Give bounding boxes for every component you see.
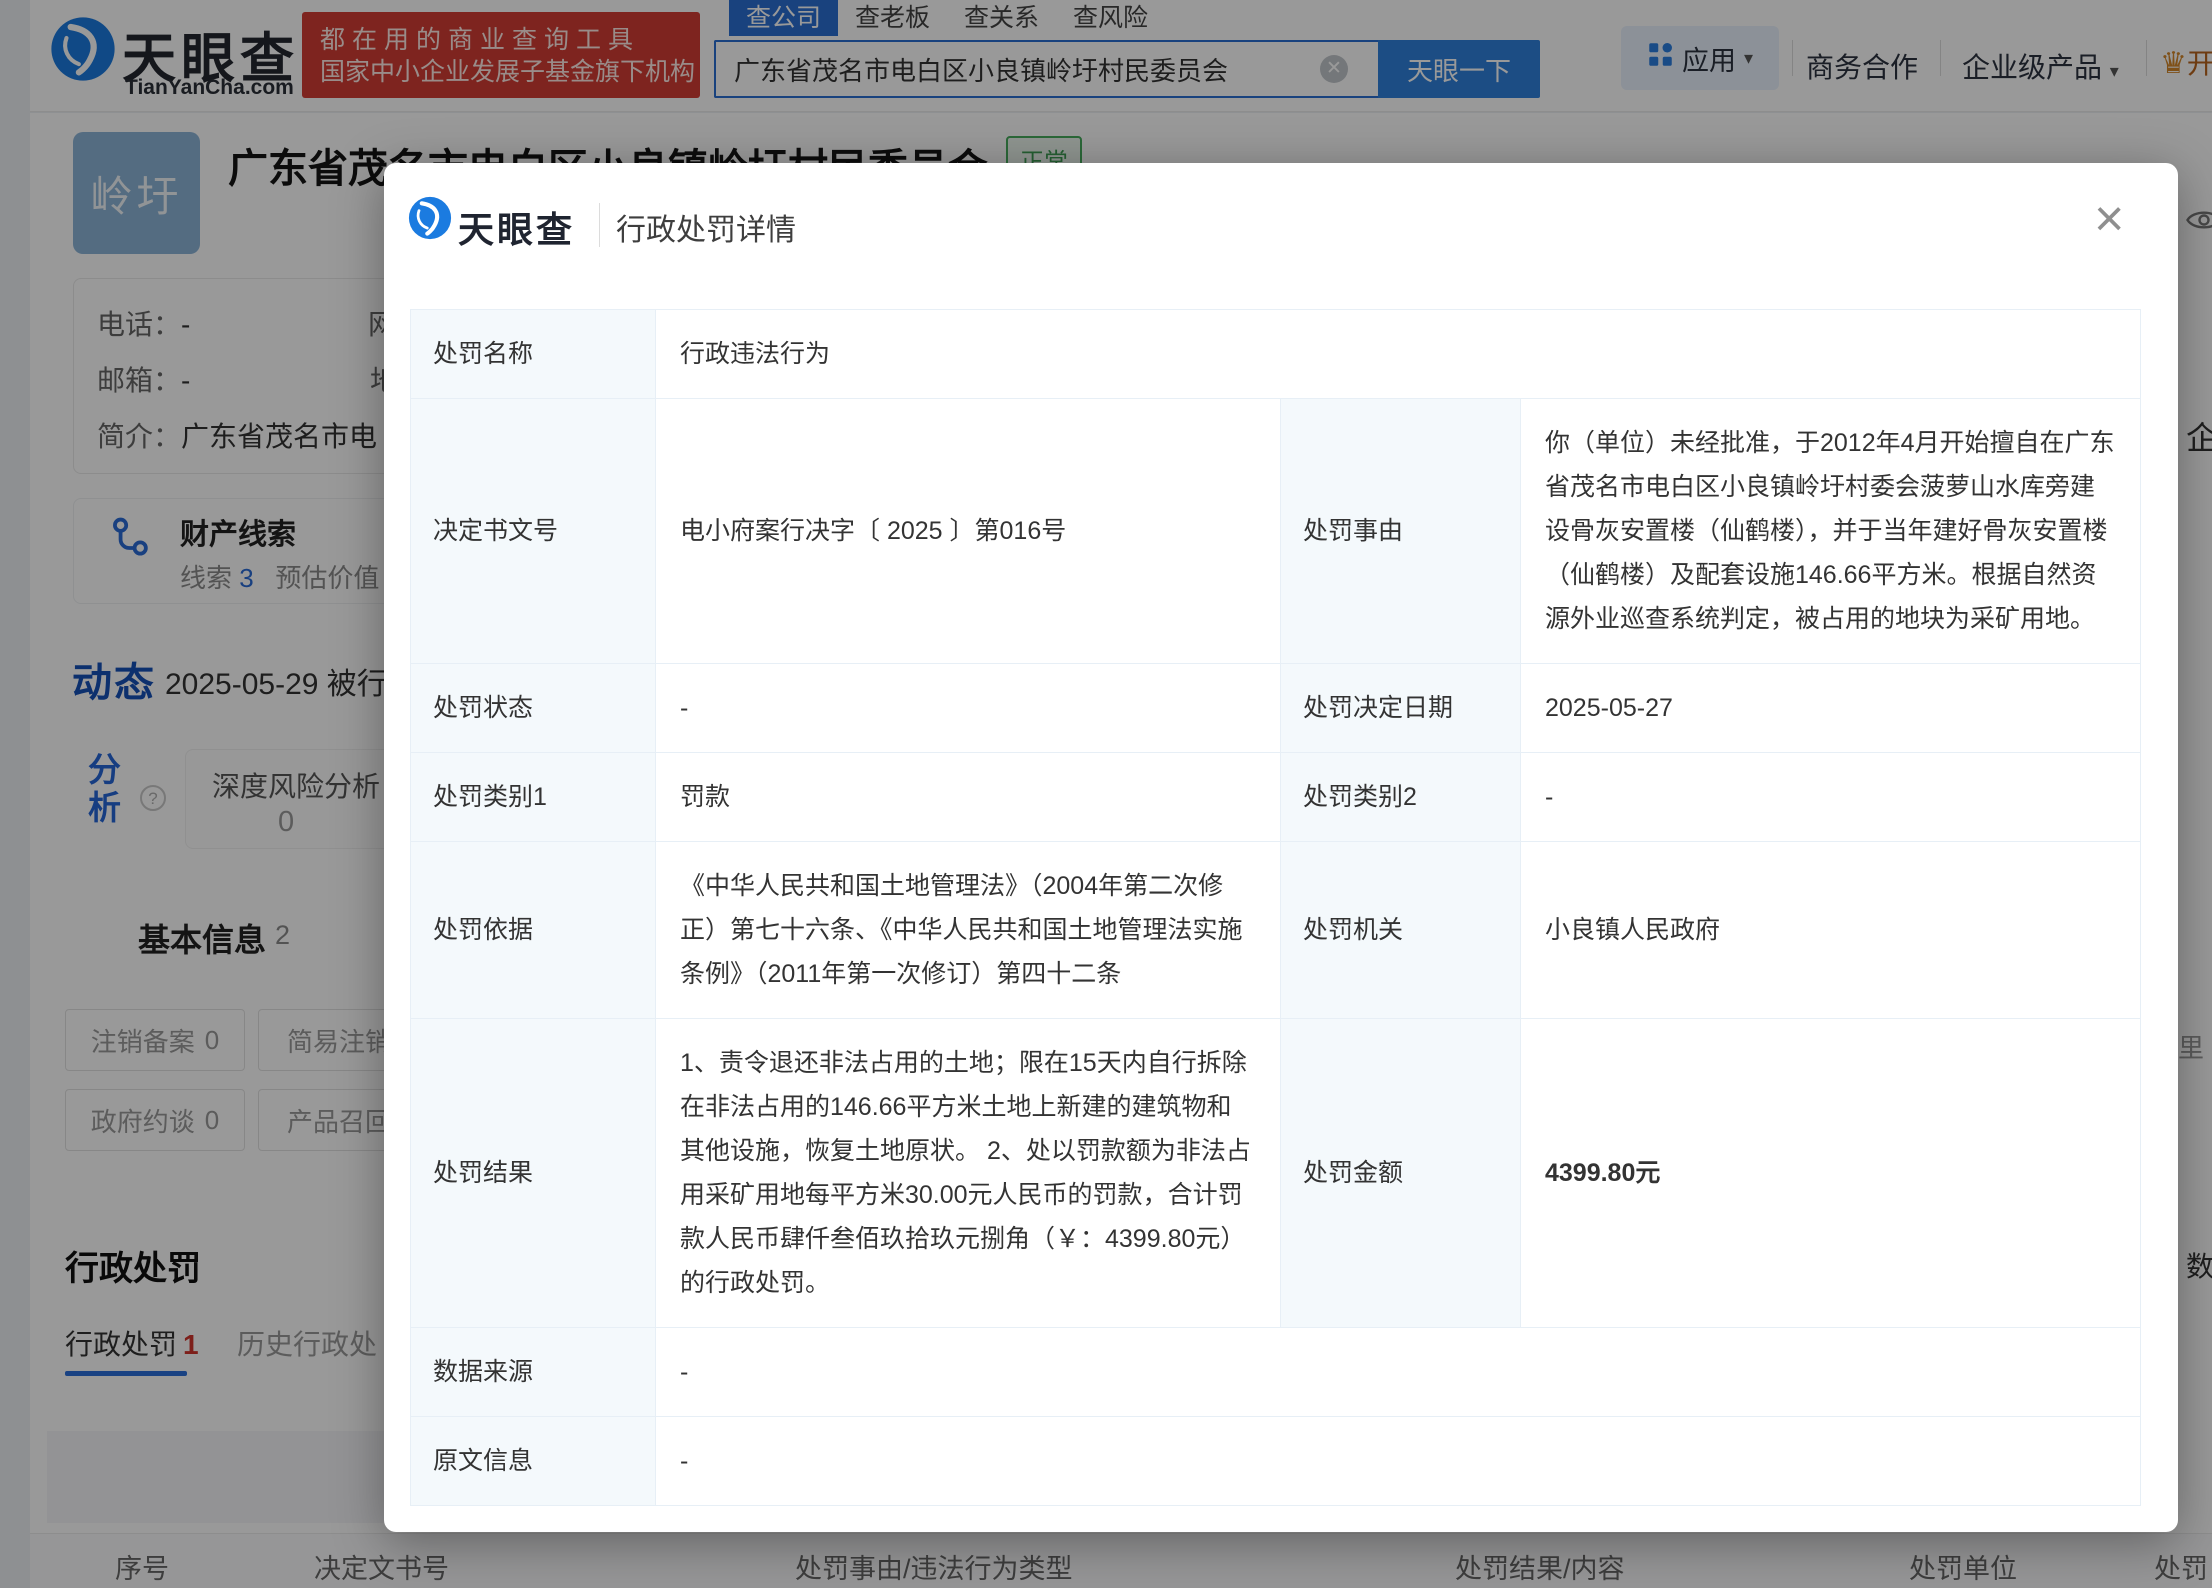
table-row: 处罚状态 - 处罚决定日期 2025-05-27 — [410, 663, 2142, 753]
table-row: 原文信息 - — [410, 1416, 2142, 1506]
row-label: 原文信息 — [410, 1416, 656, 1506]
row-label: 处罚事由 — [1280, 398, 1521, 664]
row-value: 你（单位）未经批准，于2012年4月开始擅自在广东省茂名市电白区小良镇岭圩村委会… — [1519, 398, 2142, 664]
row-label: 处罚类别1 — [410, 752, 656, 842]
modal-body: 处罚名称 行政违法行为 决定书文号 电小府案行决字〔 2025 〕第016号 处… — [410, 309, 2152, 1506]
row-value: - — [655, 663, 1281, 753]
row-value: - — [1519, 752, 2142, 842]
row-label: 处罚金额 — [1280, 1018, 1521, 1328]
row-value: 行政违法行为 — [654, 309, 2142, 399]
modal-brand: 天眼查 — [458, 209, 576, 250]
table-row: 处罚名称 行政违法行为 — [410, 309, 2142, 399]
modal-header: 天眼查 行政处罚详情 × — [384, 163, 2178, 309]
row-label: 处罚类别2 — [1280, 752, 1521, 842]
modal-title: 行政处罚详情 — [616, 214, 796, 247]
penalty-amount-value: 4399.80元 — [1519, 1018, 2142, 1328]
table-row: 处罚类别1 罚款 处罚类别2 - — [410, 752, 2142, 842]
row-label: 数据来源 — [410, 1327, 656, 1417]
row-value: - — [654, 1327, 2142, 1417]
table-row: 决定书文号 电小府案行决字〔 2025 〕第016号 处罚事由 你（单位）未经批… — [410, 398, 2142, 664]
table-row: 处罚依据 《中华人民共和国土地管理法》（2004年第二次修正）第七十六条、《中华… — [410, 841, 2142, 1019]
divider — [599, 203, 600, 247]
row-label: 处罚名称 — [410, 309, 656, 399]
table-row: 数据来源 - — [410, 1327, 2142, 1417]
row-label: 处罚机关 — [1280, 841, 1521, 1019]
row-label: 处罚决定日期 — [1280, 663, 1521, 753]
row-value: 小良镇人民政府 — [1519, 841, 2142, 1019]
row-value: 2025-05-27 — [1519, 663, 2142, 753]
row-value: 1、责令退还非法占用的土地；限在15天内自行拆除在非法占用的146.66平方米土… — [655, 1018, 1281, 1328]
row-value: - — [654, 1416, 2142, 1506]
penalty-detail-modal: 天眼查 行政处罚详情 × 处罚名称 行政违法行为 决定书文号 电小府案行决字〔 … — [384, 163, 2178, 1532]
tianyancha-logo-icon — [408, 196, 452, 245]
row-label: 处罚状态 — [410, 663, 656, 753]
close-icon[interactable]: × — [2094, 193, 2124, 245]
row-value: 罚款 — [655, 752, 1281, 842]
row-label: 处罚结果 — [410, 1018, 656, 1328]
row-value: 《中华人民共和国土地管理法》（2004年第二次修正）第七十六条、《中华人民共和国… — [655, 841, 1281, 1019]
row-label: 决定书文号 — [410, 398, 656, 664]
row-label: 处罚依据 — [410, 841, 656, 1019]
row-value: 电小府案行决字〔 2025 〕第016号 — [655, 398, 1281, 664]
table-row: 处罚结果 1、责令退还非法占用的土地；限在15天内自行拆除在非法占用的146.6… — [410, 1018, 2142, 1328]
penalty-detail-table: 处罚名称 行政违法行为 决定书文号 电小府案行决字〔 2025 〕第016号 处… — [410, 309, 2142, 1506]
